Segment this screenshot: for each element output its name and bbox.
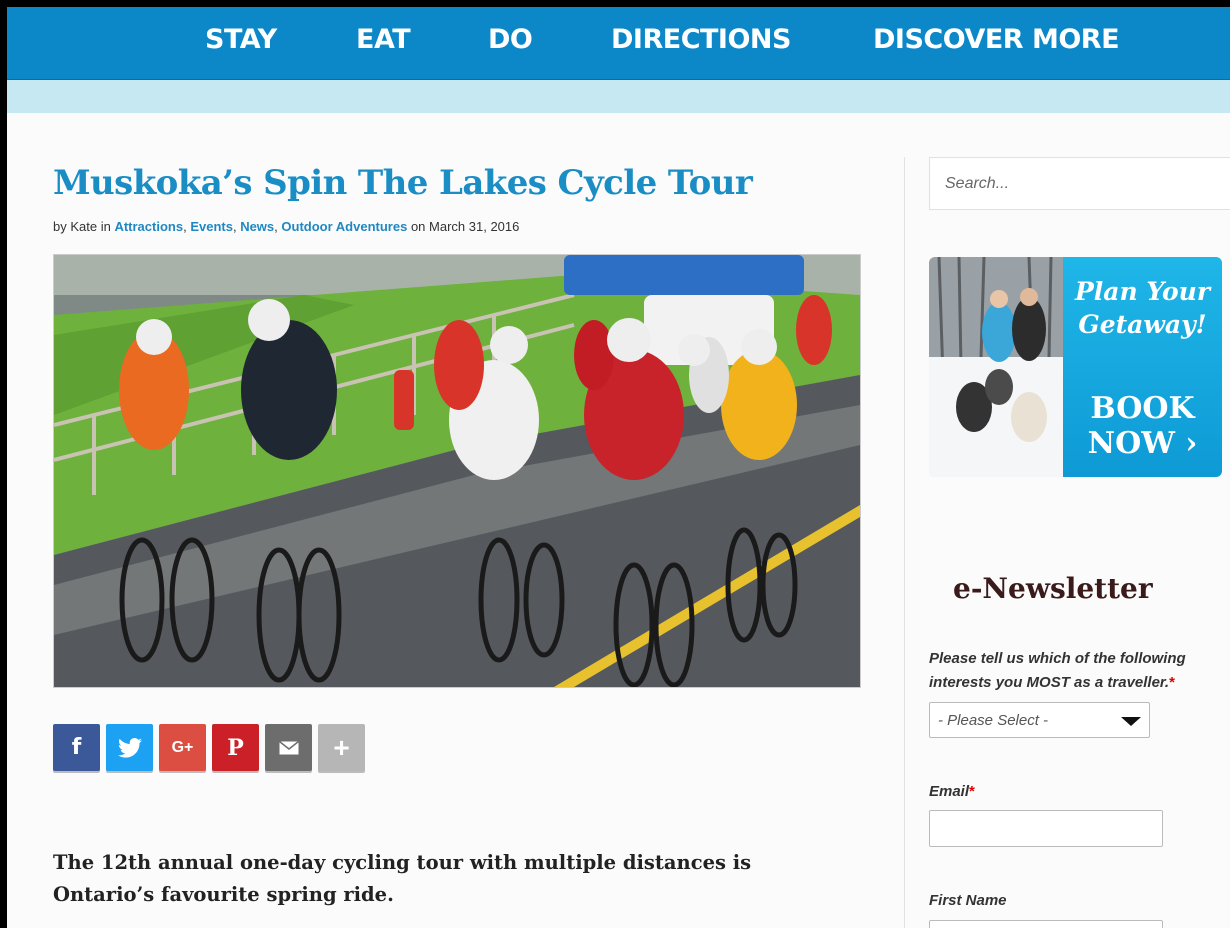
byline-prefix: by Kate in [53,219,111,234]
plus-icon: + [333,731,350,763]
newsletter-title: e-Newsletter [953,572,1153,605]
ad-book-label: BOOK [1090,391,1195,426]
chevron-down-icon [1121,717,1141,726]
article-date: March 31, 2016 [429,219,520,234]
facebook-icon: f [71,735,82,760]
twitter-icon [117,737,142,758]
top-navigation: STAY EAT DO DIRECTIONS DISCOVER MORE [7,7,1230,80]
category-link-outdoor-adventures[interactable]: Outdoor Adventures [281,219,407,234]
category-link-news[interactable]: News [240,219,274,234]
email-label: Email* [929,780,975,804]
first-name-label: First Name [929,892,1007,909]
email-required-mark: * [969,783,975,800]
hero-image-cyclists [53,254,861,688]
lead-line-1: The 12th annual one-day cycling tour wit… [53,851,752,874]
nav-eat[interactable]: EAT [356,24,411,55]
lead-line-2: Ontario’s favourite spring ride. [53,883,394,906]
google-plus-icon: G+ [171,738,194,756]
interest-select-value: - Please Select - [938,712,1049,729]
cyclists-photo [54,255,860,687]
email-icon [278,740,299,754]
nav-discover-more[interactable]: DISCOVER MORE [873,24,1120,55]
browser-page: STAY EAT DO DIRECTIONS DISCOVER MORE Mus… [7,7,1230,928]
facebook-share-button[interactable]: f [53,724,100,771]
email-field[interactable] [929,810,1163,847]
interest-question-label: Please tell us which of the following in… [929,647,1186,695]
nav-directions[interactable]: DIRECTIONS [611,24,791,55]
category-link-events[interactable]: Events [190,219,233,234]
sub-navigation-bar [7,80,1230,113]
interest-select[interactable]: - Please Select - [929,702,1150,738]
interest-question-line-2: interests you MOST as a traveller. [929,674,1170,691]
required-mark: * [1169,674,1175,691]
byline-date-prefix: on [410,219,426,234]
pinterest-share-button[interactable]: P [212,724,259,771]
sidebar-divider [904,157,905,928]
more-share-button[interactable]: + [318,724,365,771]
nav-stay[interactable]: STAY [205,24,277,55]
ad-text-panel: Plan Your Getaway! BOOK NOW › [1063,257,1222,477]
email-label-text: Email [929,783,970,800]
google-plus-share-button[interactable]: G+ [159,724,206,771]
article-byline: by Kate in Attractions, Events, News, Ou… [53,219,520,234]
search-input[interactable] [929,157,1230,210]
category-link-attractions[interactable]: Attractions [114,219,183,234]
article-lead: The 12th annual one-day cycling tour wit… [53,847,853,911]
ad-line-1: Plan Your [1074,277,1211,306]
email-share-button[interactable] [265,724,312,771]
dogsled-photo [929,257,1063,477]
pinterest-icon: P [227,734,244,761]
plan-your-getaway-ad[interactable]: Plan Your Getaway! BOOK NOW › [929,257,1222,477]
first-name-field[interactable] [929,920,1163,928]
ad-now-label: NOW › [1087,426,1198,461]
ad-line-2: Getaway! [1078,310,1207,339]
twitter-share-button[interactable] [106,724,153,771]
interest-question-line-1: Please tell us which of the following [929,650,1186,667]
nav-do[interactable]: DO [488,24,533,55]
article-title: Muskoka’s Spin The Lakes Cycle Tour [53,163,753,203]
